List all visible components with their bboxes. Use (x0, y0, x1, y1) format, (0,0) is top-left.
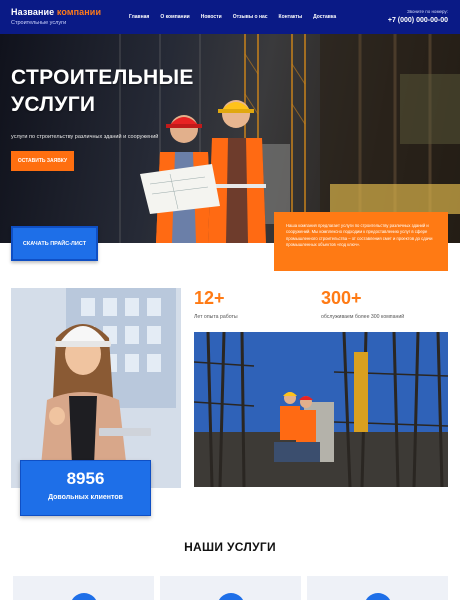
service-icon (363, 593, 392, 600)
main-nav: Главная О компании Новости Отзывы о нас … (129, 14, 336, 20)
hero-subtitle: услуги по строительству различных зданий… (11, 134, 159, 140)
nav-item-news[interactable]: Новости (201, 14, 222, 20)
logo-accent: компании (56, 7, 102, 17)
company-info-box: Наша компания предлагает услуги по строи… (274, 212, 448, 271)
hero-title-line1: СТРОИТЕЛЬНЫЕ (11, 66, 194, 89)
logo-tagline: Строительные услуги (11, 20, 67, 26)
nav-item-about[interactable]: О компании (160, 14, 189, 20)
site-header: Название компании Строительные услуги Гл… (0, 0, 460, 34)
phone-number[interactable]: +7 (000) 000-00-00 (388, 17, 448, 24)
nav-item-delivery[interactable]: Доставка (313, 14, 336, 20)
experience-label: Лет опыта работы (194, 314, 238, 320)
order-button[interactable]: ОСТАВИТЬ ЗАЯВКУ (11, 151, 74, 171)
call-label: Звоните по номеру: (406, 9, 448, 14)
workers-photo (194, 332, 448, 487)
service-icon (69, 593, 98, 600)
woman-photo (11, 288, 181, 488)
experience-number: 12+ (194, 288, 225, 308)
nav-item-reviews[interactable]: Отзывы о нас (233, 14, 268, 20)
hero-title: СТРОИТЕЛЬНЫЕ УСЛУГИ (11, 64, 194, 118)
service-card[interactable] (160, 576, 301, 600)
company-logo[interactable]: Название компании (11, 7, 101, 17)
logo-name: Название (11, 7, 55, 17)
services-heading: НАШИ УСЛУГИ (184, 540, 276, 554)
hero-title-line2: УСЛУГИ (11, 93, 96, 116)
download-price-button[interactable]: СКАЧАТЬ ПРАЙС-ЛИСТ (11, 226, 98, 261)
companies-label: обслуживаем более 300 компаний (321, 314, 405, 320)
service-card[interactable] (307, 576, 448, 600)
nav-item-home[interactable]: Главная (129, 14, 149, 20)
clients-label: Довольных клиентов (48, 494, 123, 501)
companies-number: 300+ (321, 288, 362, 308)
service-card[interactable] (13, 576, 154, 600)
clients-counter: 8956 Довольных клиентов (20, 460, 151, 516)
nav-item-contacts[interactable]: Контакты (279, 14, 303, 20)
service-icon (216, 593, 245, 600)
clients-number: 8956 (66, 469, 105, 488)
